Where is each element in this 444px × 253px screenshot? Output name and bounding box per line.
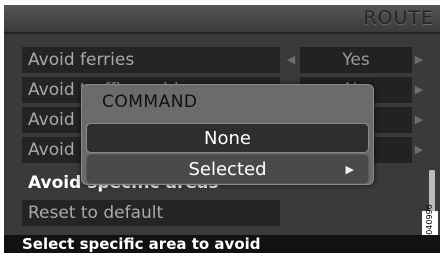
header-title: ROUTE xyxy=(363,7,434,29)
menu-item-label: Avoid xyxy=(28,140,75,160)
option-label: None xyxy=(204,128,251,149)
arrow-right-icon[interactable]: ▶ xyxy=(414,107,424,133)
menu-item-label: Avoid xyxy=(28,110,75,130)
status-text: Select specific area to avoid xyxy=(22,235,261,253)
menu-item-label: Reset to default xyxy=(28,203,164,223)
arrow-right-icon[interactable]: ▶ xyxy=(414,47,424,73)
arrow-left-icon[interactable]: ◀ xyxy=(284,47,298,73)
option-none[interactable]: None xyxy=(86,123,369,153)
option-label: Selected xyxy=(188,159,267,180)
option-selected[interactable]: Selected ▶ xyxy=(86,154,369,184)
header-bar: ROUTE xyxy=(4,5,440,34)
arrow-right-icon[interactable]: ▶ xyxy=(414,137,424,163)
menu-item-avoid-ferries[interactable]: Avoid ferries xyxy=(22,47,280,73)
command-dialog: COMMAND None Selected ▶ xyxy=(81,84,374,185)
menu-item-value: Yes xyxy=(300,47,412,73)
menu-item-label: Avoid ferries xyxy=(28,50,135,70)
chevron-right-icon: ▶ xyxy=(345,163,354,176)
status-bar: Select specific area to avoid xyxy=(4,235,440,253)
menu-item-reset-to-default[interactable]: Reset to default ▶ xyxy=(22,200,280,226)
dialog-title: COMMAND xyxy=(102,92,198,112)
arrow-right-icon[interactable]: ▶ xyxy=(414,77,424,103)
